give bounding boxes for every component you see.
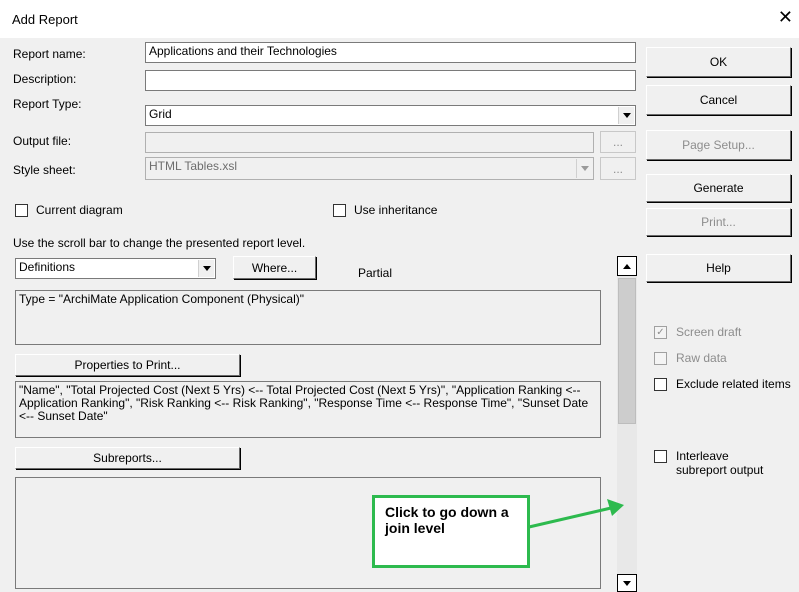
raw-data-checkbox[interactable] — [654, 352, 667, 365]
report-type-label: Report Type: — [13, 97, 82, 111]
style-sheet-label: Style sheet: — [13, 163, 76, 177]
partial-label: Partial — [358, 266, 393, 280]
where-clause-box: Type = "ArchiMate Application Component … — [15, 290, 601, 345]
use-inheritance-label: Use inheritance — [354, 203, 438, 217]
exclude-related-items-label: Exclude related items — [676, 377, 791, 391]
chevron-down-icon[interactable] — [576, 159, 592, 178]
scroll-up-button[interactable] — [617, 256, 637, 276]
output-file-label: Output file: — [13, 134, 72, 148]
output-file-browse-button[interactable]: ... — [600, 131, 636, 153]
screen-draft-label: Screen draft — [676, 325, 742, 339]
use-inheritance-checkbox[interactable] — [333, 204, 346, 217]
report-name-label: Report name: — [13, 47, 86, 61]
properties-to-print-button[interactable]: Properties to Print... — [15, 354, 240, 376]
chevron-up-icon — [623, 263, 631, 269]
page-setup-button[interactable]: Page Setup... — [646, 130, 791, 160]
where-button[interactable]: Where... — [233, 256, 316, 279]
style-sheet-browse-button[interactable]: ... — [600, 157, 636, 180]
description-label: Description: — [13, 72, 77, 86]
description-input[interactable] — [145, 70, 636, 91]
help-button[interactable]: Help — [646, 254, 791, 282]
raw-data-label: Raw data — [676, 351, 727, 365]
screen-draft-checkbox[interactable]: ✓ — [654, 326, 667, 339]
chevron-down-icon[interactable] — [618, 107, 634, 124]
level-select[interactable]: Definitions — [15, 258, 216, 279]
ok-button[interactable]: OK — [646, 47, 791, 77]
annotation-callout: Click to go down a join level — [372, 495, 530, 568]
cancel-button[interactable]: Cancel — [646, 85, 791, 115]
report-name-input[interactable]: Applications and their Technologies — [145, 42, 636, 63]
output-file-input[interactable] — [145, 132, 594, 153]
close-icon[interactable]: ✕ — [778, 8, 793, 26]
style-sheet-select[interactable]: HTML Tables.xsl — [145, 157, 594, 180]
instructions-text: Use the scroll bar to change the present… — [13, 236, 306, 250]
callout-arrow — [528, 499, 624, 529]
print-button[interactable]: Print... — [646, 208, 791, 236]
exclude-related-items-checkbox[interactable] — [654, 378, 667, 391]
chevron-down-icon[interactable] — [198, 260, 214, 277]
subreports-button[interactable]: Subreports... — [15, 447, 240, 469]
scroll-thumb[interactable] — [618, 278, 636, 424]
generate-button[interactable]: Generate — [646, 174, 791, 202]
interleave-label: Interleave subreport output — [676, 449, 764, 477]
level-value: Definitions — [19, 260, 76, 274]
chevron-down-icon — [623, 580, 631, 586]
style-sheet-value: HTML Tables.xsl — [149, 159, 238, 173]
dialog-title: Add Report — [12, 12, 78, 27]
interleave-checkbox[interactable] — [654, 450, 667, 463]
properties-list-box: "Name", "Total Projected Cost (Next 5 Yr… — [15, 381, 601, 438]
scroll-down-button[interactable] — [617, 574, 637, 592]
checkmark-icon: ✓ — [656, 326, 665, 338]
report-type-value: Grid — [149, 107, 172, 121]
current-diagram-checkbox[interactable] — [15, 204, 28, 217]
current-diagram-label: Current diagram — [36, 203, 123, 217]
title-bar — [0, 0, 799, 38]
report-type-select[interactable]: Grid — [145, 105, 636, 126]
